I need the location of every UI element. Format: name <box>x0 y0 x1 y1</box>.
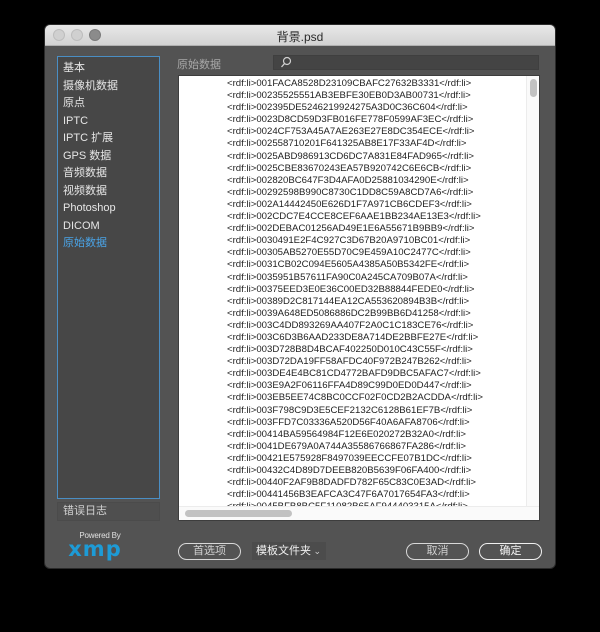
raw-data-line: <rdf:li>002395DE5246219924275A3D0C36C604… <box>227 102 468 114</box>
raw-data-line: <rdf:li>00389D2C817144EA12CA553620894B3B… <box>227 295 470 307</box>
window-title: 背景.psd <box>276 30 324 44</box>
horizontal-scrollbar-thumb[interactable] <box>185 510 292 517</box>
raw-data-line: <rdf:li>00432C4D89D7DEEB820B5639F06FA400… <box>227 465 472 476</box>
powered-by-xmp-logo: Powered By xmp <box>60 531 130 561</box>
preferences-button[interactable]: 首选项 <box>178 543 241 560</box>
raw-data-text-area[interactable]: <rdf:li>001FACA8528D23109CBAFC27632B3331… <box>178 75 540 521</box>
panel-title: 原始数据 <box>177 59 221 71</box>
vertical-scrollbar-track[interactable] <box>526 76 539 508</box>
raw-data-line: <rdf:li>00235525551AB3EBFE30EB0D3AB00731… <box>227 90 471 102</box>
raw-data-line: <rdf:li>003D728B8D4BCAF402250D010C43C55F… <box>227 344 473 356</box>
raw-data-lines: <rdf:li>001FACA8528D23109CBAFC27632B3331… <box>227 78 483 513</box>
chevron-down-icon: ⌄ <box>313 546 321 556</box>
ok-button[interactable]: 确定 <box>479 543 542 560</box>
raw-data-line: <rdf:li>003DE4E4BC81CD4772BAFD9DBC5AFAC7… <box>227 368 481 380</box>
raw-data-line: <rdf:li>0035951B57611FA90C0A245CA709B07A… <box>227 271 468 283</box>
sidebar-item[interactable]: Photoshop <box>58 200 159 218</box>
xmp-logo: xmp <box>68 537 122 561</box>
raw-data-line: <rdf:li>003EB5EE74C8BC0CCF02F0CD2B2ACDDA… <box>227 392 483 404</box>
raw-data-line: <rdf:li>003C4DD893269AA407F2A0C1C183CE76… <box>227 319 474 331</box>
raw-data-line: <rdf:li>002820BC647F3D4AFA0D25881034290E… <box>227 174 469 186</box>
sidebar-item[interactable]: 音频数据 <box>58 165 159 183</box>
title-bar: 背景.psd <box>45 25 555 46</box>
raw-data-line: <rdf:li>00292598B990C8730C1DD8C59A8CD7A6… <box>227 186 474 198</box>
raw-data-line: <rdf:li>0025ABD986913CD6DC7A831E84FAD965… <box>227 150 474 162</box>
search-icon <box>281 56 292 68</box>
raw-data-line: <rdf:li>0031CB02C094E5605A4385A50B5342FE… <box>227 259 470 271</box>
raw-data-line: <rdf:li>0039A648ED5086886DC2B99BB6D41258… <box>227 307 471 319</box>
raw-data-line: <rdf:li>00421E575928F8497039EECCFE07B1DC… <box>227 452 472 464</box>
sidebar-item[interactable]: 原始数据 <box>58 235 159 253</box>
raw-data-line: <rdf:li>003E9A2F06116FFA4D89C99D0ED0D447… <box>227 380 472 392</box>
raw-data-line: <rdf:li>002558710201F641325AB8E17F33AF4D… <box>227 138 467 150</box>
raw-data-line: <rdf:li>0030491E2F4C927C3D67B20A9710BC01… <box>227 235 471 247</box>
raw-data-line: <rdf:li>0024CF753A45A7AE263E27E8DC354ECE… <box>227 126 475 138</box>
raw-data-line: <rdf:li>00440F2AF9B8DADFD782F65C83C0E3AD… <box>227 477 477 489</box>
raw-data-line: <rdf:li>003FFD7C03336A520D56F40A6AFA8706… <box>227 416 470 428</box>
raw-data-line: <rdf:li>001FACA8528D23109CBAFC27632B3331… <box>227 78 472 89</box>
raw-data-line: <rdf:li>0025CBE83670243EA57B920742C6E6CB… <box>227 162 472 174</box>
raw-data-line: <rdf:li>00305AB5270E55D70C9E459A10C2477C… <box>227 247 471 259</box>
sidebar-item[interactable]: IPTC 扩展 <box>58 130 159 148</box>
raw-data-line: <rdf:li>003F798C9D3E5CEF2132C6128B61EF7B… <box>227 404 473 416</box>
template-folder-dropdown[interactable]: 模板文件夹 ⌄ <box>252 542 326 560</box>
sidebar-item[interactable]: 原点 <box>58 95 159 113</box>
raw-data-line: <rdf:li>003D72DA19FF58AFDC40F972B247B262… <box>227 356 472 368</box>
vertical-scrollbar-thumb[interactable] <box>530 79 537 97</box>
raw-data-line: <rdf:li>002CDC7E4CCE8CEF6AAE1BB234AE13E3… <box>227 211 481 223</box>
sidebar-item[interactable]: 基本 <box>58 60 159 78</box>
raw-data-line: <rdf:li>002DEBAC01256AD49E1E6A55671B9BB9… <box>227 223 475 235</box>
raw-data-line: <rdf:li>0023D8CD59D3FB016FE778F0599AF3EC… <box>227 114 474 126</box>
sidebar-item[interactable]: 摄像机数据 <box>58 78 159 96</box>
category-sidebar: 基本 摄像机数据 原点 IPTC IPTC 扩展 GPS 数据 音频数据 视频数据 Photos… <box>57 56 160 499</box>
file-info-dialog: 背景.psd 基本 摄像机数据 原点 IPTC IPTC 扩展 GPS 数据 音频数据 视频数… <box>45 25 555 568</box>
sidebar-item[interactable]: GPS 数据 <box>58 148 159 166</box>
raw-data-line: <rdf:li>00441456B3EAFCA3C47F6A7017654FA3… <box>227 489 470 501</box>
sidebar-item-error-log[interactable]: 错误日志 <box>57 502 160 521</box>
horizontal-scrollbar-track[interactable] <box>179 506 539 520</box>
template-folder-label: 模板文件夹 <box>256 545 311 557</box>
sidebar-item[interactable]: DICOM <box>58 218 159 236</box>
raw-data-line: <rdf:li>002A14442450E626D1F7A971CB6CDEF3… <box>227 198 472 210</box>
raw-data-line: <rdf:li>00414BA59564984F12E6E020272B32A0… <box>227 428 466 440</box>
sidebar-item[interactable]: 视频数据 <box>58 183 159 201</box>
sidebar-item[interactable]: IPTC <box>58 113 159 131</box>
raw-data-line: <rdf:li>003C6D3B6AAD233DE8A714DE2BBFE27E… <box>227 331 479 343</box>
search-input[interactable] <box>273 55 539 70</box>
raw-data-line: <rdf:li>00375EED3E0E36C00ED32B88844FEDE0… <box>227 283 475 295</box>
cancel-button[interactable]: 取消 <box>406 543 469 560</box>
raw-data-line: <rdf:li>0041DE679A0A744A35586766867FA286… <box>227 440 466 452</box>
